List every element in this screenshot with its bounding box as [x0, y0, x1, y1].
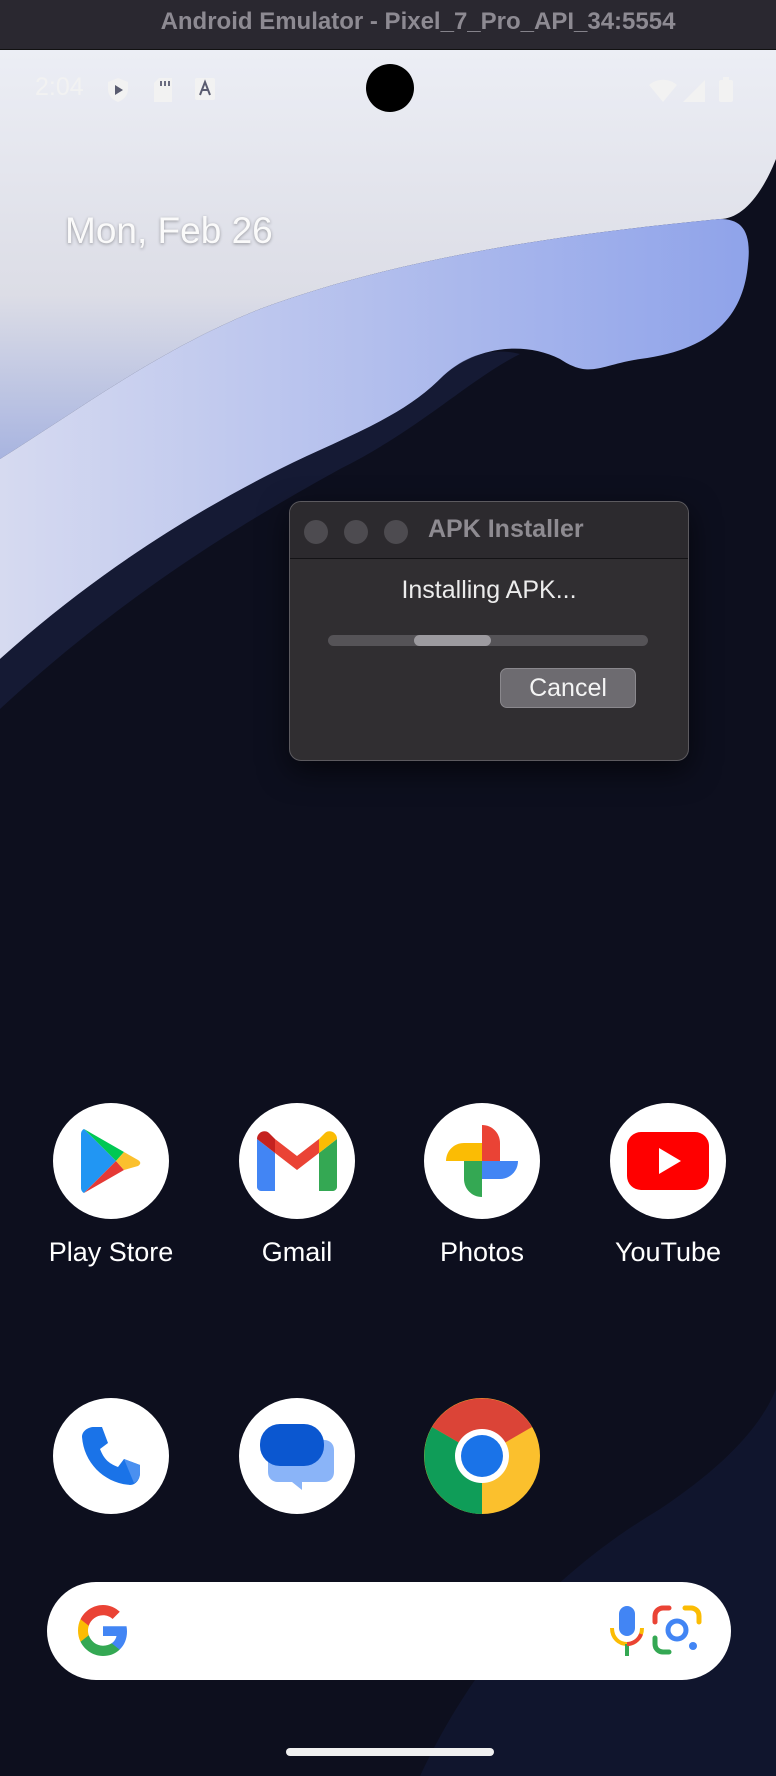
- gesture-nav-handle[interactable]: [286, 1748, 494, 1756]
- app-gmail[interactable]: Gmail: [217, 1103, 377, 1268]
- microphone-icon[interactable]: [609, 1604, 645, 1660]
- youtube-icon: [610, 1103, 726, 1219]
- wifi-icon: [649, 79, 677, 102]
- progress-indicator: [414, 635, 492, 646]
- dialog-message: Installing APK...: [401, 576, 577, 604]
- chrome-icon: [424, 1398, 540, 1514]
- photos-icon: [424, 1103, 540, 1219]
- close-traffic-light[interactable]: [304, 520, 328, 544]
- phone-icon: [53, 1398, 169, 1514]
- camera-cutout: [366, 64, 414, 112]
- install-progress-bar: [328, 635, 648, 646]
- shield-play-icon: [108, 78, 128, 102]
- date-widget[interactable]: Mon, Feb 26: [65, 210, 273, 252]
- signal-icon: [683, 80, 705, 102]
- google-g-icon: [78, 1605, 127, 1656]
- cancel-button[interactable]: Cancel: [500, 668, 636, 708]
- sd-card-icon: [154, 78, 172, 102]
- app-photos[interactable]: Photos: [402, 1103, 562, 1268]
- text-a-icon: [195, 78, 215, 100]
- dock-chrome[interactable]: [402, 1398, 562, 1514]
- battery-icon: [719, 77, 733, 102]
- google-lens-icon[interactable]: [651, 1604, 703, 1656]
- app-label: Photos: [439, 1237, 525, 1267]
- app-play-store[interactable]: Play Store: [31, 1103, 191, 1268]
- app-label: YouTube: [614, 1237, 722, 1267]
- messages-icon: [239, 1398, 355, 1514]
- emulator-window: Android Emulator - Pixel_7_Pro_API_34:55…: [0, 0, 776, 1776]
- apk-installer-dialog: APK Installer Installing APK... Cancel: [289, 501, 689, 761]
- dock-phone[interactable]: [31, 1398, 191, 1514]
- gmail-icon: [239, 1103, 355, 1219]
- zoom-traffic-light[interactable]: [384, 520, 408, 544]
- window-title-bar[interactable]: Android Emulator - Pixel_7_Pro_API_34:55…: [0, 0, 776, 50]
- app-youtube[interactable]: YouTube: [588, 1103, 748, 1268]
- window-title: Android Emulator - Pixel_7_Pro_API_34:55…: [160, 8, 676, 35]
- dock-messages[interactable]: [217, 1398, 377, 1514]
- dialog-title: APK Installer: [428, 515, 584, 543]
- app-label: Play Store: [48, 1237, 174, 1267]
- minimize-traffic-light[interactable]: [344, 520, 368, 544]
- play-store-icon: [53, 1103, 169, 1219]
- wallpaper: [0, 49, 776, 1776]
- google-search-bar[interactable]: [47, 1582, 731, 1680]
- status-time: 2:04: [35, 73, 84, 101]
- app-label: Gmail: [261, 1237, 333, 1267]
- dialog-title-bar[interactable]: APK Installer: [290, 502, 688, 559]
